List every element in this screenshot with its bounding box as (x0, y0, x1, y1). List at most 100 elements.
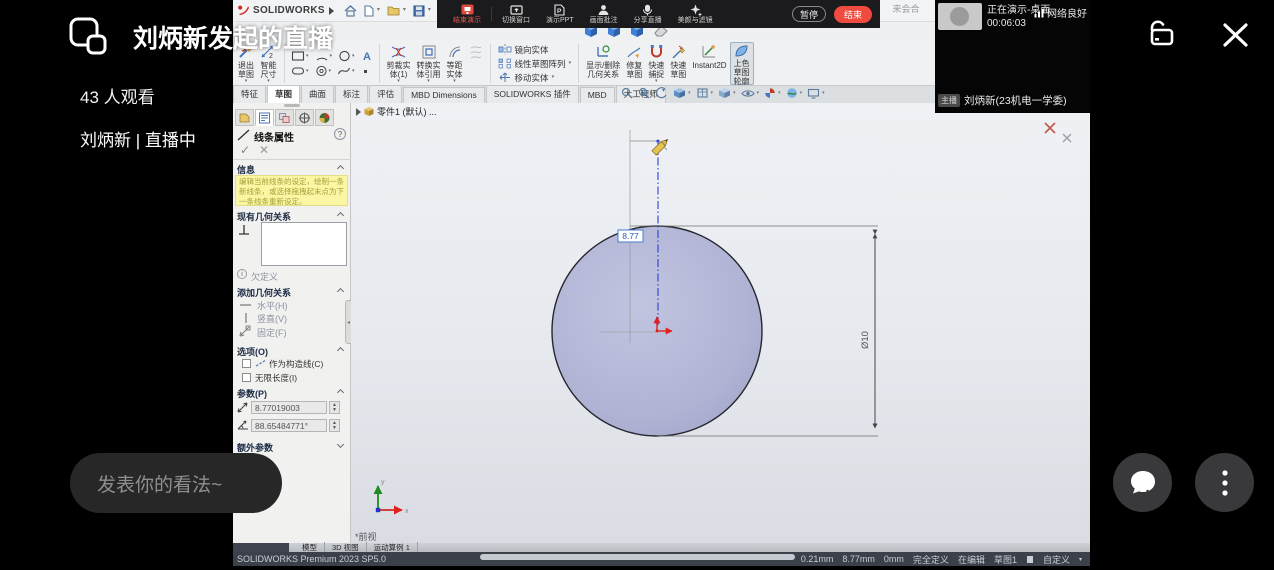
ribbon-display-relations-button[interactable]: 显示/删除 几何关系 (583, 42, 623, 85)
tab-mbd-dimensions[interactable]: MBD Dimensions (403, 87, 485, 103)
view-orientation-icon[interactable] (696, 87, 709, 99)
display-style-icon[interactable] (718, 87, 731, 99)
circle-tool-button[interactable]: ▾ (338, 50, 355, 62)
collapse-chevron-icon[interactable] (337, 389, 344, 396)
hide-show-items-icon[interactable] (741, 88, 755, 99)
ribbon-rapid-sketch-button[interactable]: 快速 草图 (667, 42, 689, 85)
tab-evaluate[interactable]: 评估 (369, 85, 402, 103)
ribbon-shaded-contours-button[interactable]: 上色 草图 轮廓 (730, 42, 754, 85)
expand-chevron-icon[interactable] (337, 441, 344, 448)
ribbon-quick-snaps-button[interactable]: 快速 捕捉▾ (645, 42, 667, 85)
relation-horizontal[interactable]: 水平(H) (257, 299, 288, 312)
zoom-fit-icon[interactable] (621, 87, 633, 99)
dimxpert-manager-tab[interactable] (295, 109, 314, 126)
close-icon[interactable] (1221, 21, 1250, 49)
brand-expand-arrow-icon[interactable] (328, 7, 334, 15)
sketch-text-button[interactable]: A (361, 50, 373, 62)
chat-button[interactable] (1113, 453, 1172, 512)
collapse-chevron-icon[interactable] (337, 165, 344, 172)
ribbon-convert-entities-button[interactable]: 转换实 体引用▾ (414, 42, 444, 85)
inline-dimension-input[interactable]: 8.77 (618, 230, 643, 242)
view-orientation-dropdown-icon[interactable]: ▾ (711, 91, 714, 96)
line-endpoint[interactable] (657, 140, 660, 143)
beauty-filter-button[interactable]: 美颜与滤镜 (678, 4, 713, 24)
edit-appearance-icon[interactable] (764, 87, 776, 99)
relations-listbox[interactable] (261, 222, 347, 266)
present-ppt-button[interactable]: P 演示PPT (546, 4, 574, 24)
tab-annotation[interactable]: 标注 (335, 85, 368, 103)
tab-surfaces[interactable]: 曲面 (301, 85, 334, 103)
share-live-button[interactable]: 分享直播 (634, 4, 662, 24)
configuration-manager-tab[interactable] (275, 109, 294, 126)
point-tool-button[interactable] (361, 67, 370, 76)
propertymanager-tab[interactable] (255, 109, 274, 126)
stop-presenting-button[interactable]: 结束演示 (453, 4, 481, 24)
appearance-dropdown-icon[interactable]: ▾ (778, 91, 781, 96)
spline-tool-button[interactable]: ▾ (337, 65, 355, 77)
accept-button[interactable]: ✓ (240, 143, 250, 157)
scene-dropdown-icon[interactable]: ▾ (800, 91, 803, 96)
polygon-tool-button[interactable]: ▾ (315, 65, 332, 77)
pause-button[interactable]: 暂停 (792, 6, 826, 22)
ribbon-linear-pattern-button[interactable]: 线性草图阵列▾ (498, 58, 572, 70)
ribbon-mirror-entities-button[interactable]: 镜向实体 (498, 44, 572, 56)
relation-vertical[interactable]: 竖直(V) (257, 312, 287, 325)
collapse-chevron-icon[interactable] (337, 347, 344, 354)
more-options-button[interactable] (1195, 453, 1254, 512)
display-style-dropdown-icon[interactable]: ▾ (733, 91, 736, 96)
rotation-lock-icon[interactable] (1143, 18, 1177, 50)
tab-sketch[interactable]: 草图 (267, 85, 300, 103)
new-document-icon[interactable] (364, 5, 374, 17)
collapse-chevron-icon[interactable] (337, 288, 344, 295)
custom-dropdown-icon[interactable]: ▾ (1079, 556, 1082, 563)
cancel-button[interactable]: ✕ (259, 143, 269, 157)
sketch-canvas[interactable]: Ø10 8.77 (351, 103, 1090, 543)
camera-thumbnail[interactable] (938, 3, 982, 30)
ribbon-repair-sketch-button[interactable]: 修复 草图 (623, 42, 645, 85)
featuremanager-tree-tab[interactable] (235, 109, 254, 126)
custom-toolbar-label[interactable]: 自定义 (1043, 553, 1070, 566)
length-value-field[interactable]: 8.77019003 (251, 401, 327, 414)
switch-window-button[interactable]: 切换窗口 (502, 4, 530, 24)
feature-tree-flyout[interactable]: 零件1 (默认) ... (355, 105, 437, 118)
horizontal-scrollbar-thumb[interactable] (480, 554, 795, 560)
open-dropdown-icon[interactable]: ▾ (403, 8, 406, 13)
length-spinner[interactable]: ▲▼ (329, 401, 340, 414)
ribbon-trim-entities-button[interactable]: 剪裁实 体(1)▾ (384, 42, 414, 85)
open-folder-icon[interactable] (387, 5, 400, 16)
view-settings-dropdown-icon[interactable]: ▾ (822, 91, 825, 96)
zoom-area-icon[interactable] (638, 87, 650, 99)
tab-mbd[interactable]: MBD (580, 87, 615, 103)
section-view-icon[interactable] (673, 87, 686, 99)
collapse-chevron-icon[interactable] (337, 212, 344, 219)
add-relations-header[interactable]: 添加几何关系 (237, 286, 291, 299)
confirmation-corner[interactable] (1045, 123, 1071, 142)
home-icon[interactable] (344, 5, 357, 17)
save-icon[interactable] (413, 5, 425, 17)
displaymanager-tab[interactable] (315, 109, 334, 126)
angle-value-field[interactable]: 88.65484771° (251, 419, 327, 432)
panel-drag-handle[interactable] (284, 104, 300, 107)
construction-line-checkbox[interactable] (242, 359, 251, 368)
angle-spinner[interactable]: ▲▼ (329, 419, 340, 432)
tab-features[interactable]: 特征 (233, 85, 266, 103)
ribbon-move-entities-button[interactable]: 移动实体▾ (498, 72, 572, 84)
end-button[interactable]: 结束 (834, 6, 872, 23)
ribbon-offset-entities-button[interactable]: 等距 实体▾ (444, 42, 466, 85)
parameters-header[interactable]: 参数(P) (237, 387, 267, 400)
tab-sw-addins[interactable]: SOLIDWORKS 插件 (486, 85, 579, 103)
comment-input[interactable]: 发表你的看法~ (70, 453, 282, 513)
new-document-dropdown-icon[interactable]: ▾ (377, 8, 380, 13)
section-view-dropdown-icon[interactable]: ▾ (688, 91, 691, 96)
ribbon-instant2d-button[interactable]: Instant2D (689, 42, 729, 85)
help-icon[interactable]: ? (334, 128, 346, 140)
relation-fix[interactable]: 固定(F) (257, 326, 287, 339)
hide-show-dropdown-icon[interactable]: ▾ (757, 91, 760, 96)
previous-view-icon[interactable] (655, 87, 668, 99)
infinite-length-checkbox[interactable] (242, 373, 251, 382)
annotate-screen-button[interactable]: 画面批注 (590, 4, 618, 24)
options-header[interactable]: 选项(O) (237, 345, 268, 358)
slot-tool-button[interactable]: ▾ (291, 66, 309, 76)
tree-expand-arrow-icon[interactable] (355, 108, 361, 116)
save-dropdown-icon[interactable]: ▾ (428, 8, 431, 13)
